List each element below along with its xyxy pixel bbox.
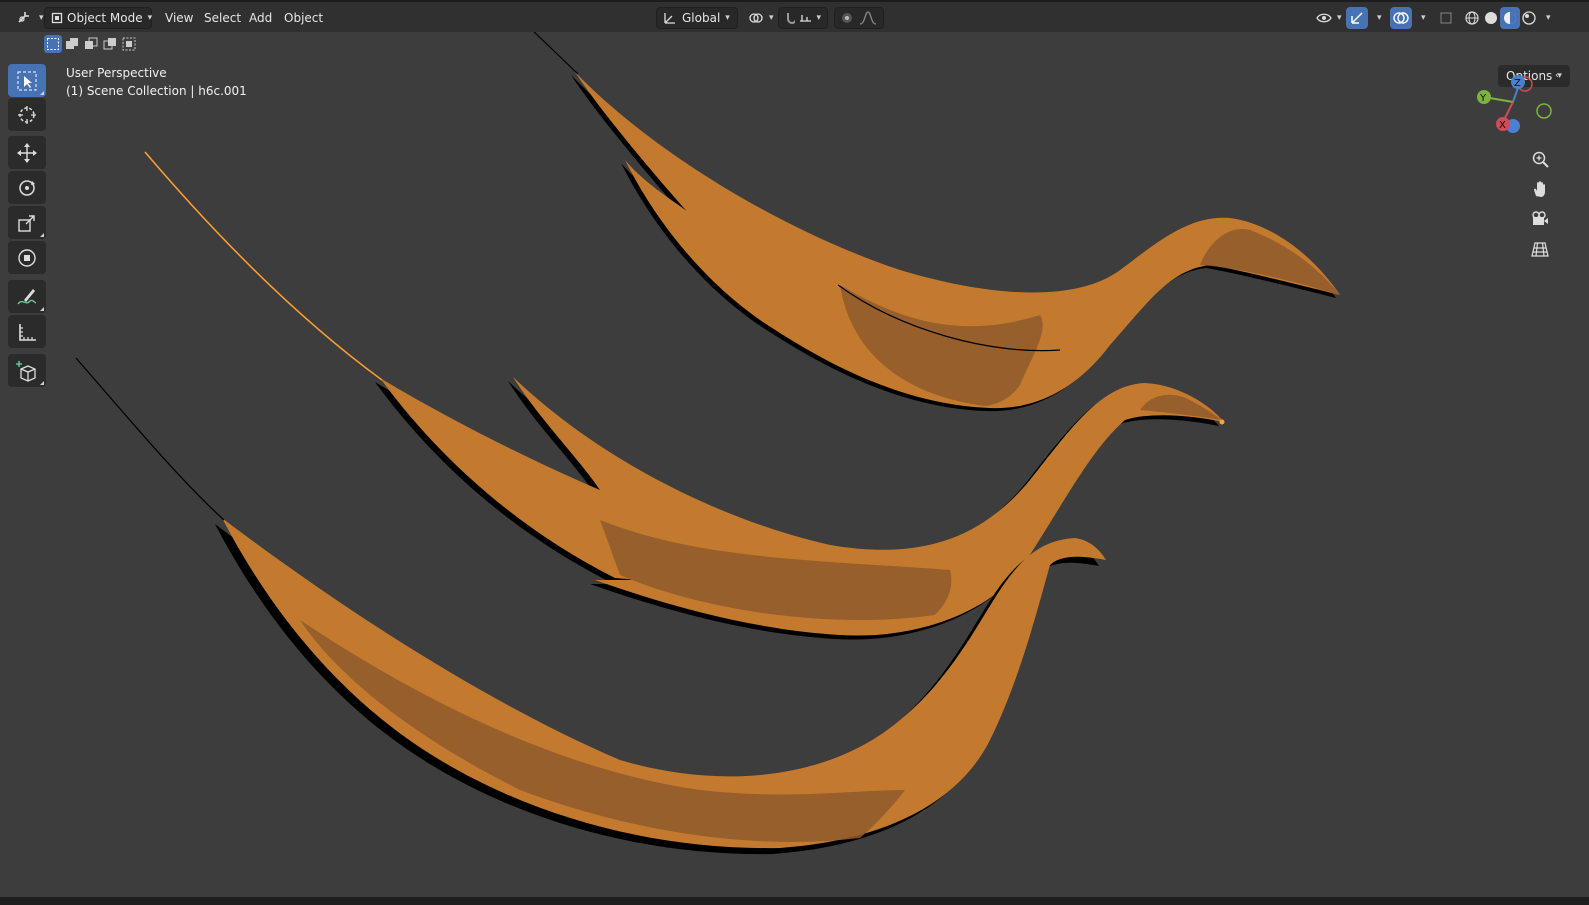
orientation-axis-icon	[664, 13, 675, 24]
status-bar	[0, 897, 1589, 905]
falloff-curve-icon	[859, 11, 877, 25]
tool-move[interactable]	[8, 136, 46, 169]
zoom-button[interactable]	[1526, 145, 1554, 173]
object-mode-icon	[51, 11, 63, 25]
visibility-button[interactable]: ▾	[1310, 7, 1348, 29]
move-icon	[17, 142, 37, 163]
annotate-icon	[17, 288, 37, 304]
ortho-toggle-button[interactable]	[1526, 235, 1554, 263]
menu-add[interactable]: Add	[244, 7, 277, 29]
editor-type-icon	[18, 12, 29, 23]
magnet-icon	[787, 13, 796, 24]
select-mode-subtract[interactable]	[82, 35, 100, 53]
select-mode-new[interactable]	[44, 35, 62, 53]
chevron-down-icon: ▾	[147, 13, 153, 23]
shading-wireframe[interactable]	[1462, 7, 1482, 29]
select-mode-intersect[interactable]	[120, 35, 138, 53]
tool-rotate[interactable]	[8, 171, 46, 204]
cursor-icon	[18, 105, 36, 124]
mode-dropdown[interactable]: Object Mode ▾	[44, 7, 152, 29]
tool-add-cube[interactable]	[8, 354, 46, 387]
snap-toggle[interactable]: ▾	[778, 7, 828, 29]
measure-icon	[19, 323, 36, 341]
shading-rendered[interactable]	[1519, 7, 1539, 29]
chevron-down-icon: ▾	[39, 13, 44, 23]
tool-settings-row: Options ▾	[0, 32, 1589, 87]
chevron-down-icon: ▾	[816, 13, 821, 23]
shading-solid[interactable]	[1481, 7, 1501, 29]
tool-scale[interactable]	[8, 206, 46, 239]
overlays-toggle[interactable]	[1390, 7, 1412, 29]
eye-icon	[1316, 13, 1332, 23]
material-sphere-icon	[1504, 12, 1516, 24]
chevron-down-icon[interactable]: ▾	[1421, 13, 1426, 23]
proportional-edit-icon	[842, 13, 852, 23]
pan-hand-icon	[1534, 181, 1545, 197]
gizmo-icon	[1351, 12, 1363, 24]
blender-window: ▾ Object Mode ▾ View Select Add Object G…	[0, 0, 1589, 905]
chevron-down-icon: ▾	[1337, 13, 1342, 23]
gizmo-z-label: Z	[1514, 78, 1521, 89]
select-mode-invert[interactable]	[101, 35, 119, 53]
zoom-icon	[1532, 151, 1549, 168]
sidebar-toggle-arrow-icon[interactable]: ‹	[1555, 70, 1559, 81]
tool-select-box[interactable]	[8, 64, 46, 97]
gizmo-x-label: X	[1499, 120, 1506, 131]
gizmo-y-label: Y	[1479, 93, 1487, 104]
select-mode-extend[interactable]	[63, 35, 81, 53]
chevron-down-icon: ▾	[769, 13, 774, 23]
shading-material[interactable]	[1500, 7, 1520, 29]
grid-icon	[1531, 242, 1549, 257]
camera-view-button[interactable]	[1526, 205, 1554, 233]
overlays-icon	[1393, 12, 1409, 24]
snap-increment-icon	[800, 15, 812, 22]
proportional-edit-toggle[interactable]	[834, 7, 884, 29]
pivot-icon	[749, 13, 763, 23]
rendered-sphere-icon	[1522, 11, 1536, 25]
camera-icon	[1532, 211, 1548, 225]
select-invert-icon	[103, 38, 116, 50]
navigation-gizmo[interactable]: Z Y X	[1468, 70, 1558, 140]
tool-annotate[interactable]	[8, 280, 46, 313]
select-intersect-icon	[122, 37, 136, 51]
viewport-3d[interactable]	[0, 0, 1589, 905]
select-extend-icon	[66, 38, 78, 49]
header-bar: ▾ Object Mode ▾ View Select Add Object G…	[0, 0, 1589, 32]
viewport-info: User Perspective (1) Scene Collection | …	[66, 64, 247, 100]
tool-cursor[interactable]	[8, 98, 46, 131]
transform-orientation-dropdown[interactable]: Global ▾	[656, 7, 738, 29]
transform-icon	[18, 248, 36, 267]
menu-view[interactable]: View	[160, 7, 198, 29]
gizmo-toggle[interactable]	[1346, 7, 1368, 29]
mode-label: Object Mode	[67, 11, 143, 25]
xray-icon	[1440, 12, 1452, 24]
scale-icon	[18, 214, 35, 232]
rotate-icon	[19, 179, 35, 196]
pan-button[interactable]	[1526, 175, 1554, 203]
orientation-label: Global	[682, 11, 721, 25]
select-box-icon	[17, 71, 37, 90]
pivot-point-button[interactable]: ▾	[742, 7, 780, 29]
wireframe-sphere-icon	[1465, 11, 1479, 25]
xray-toggle[interactable]	[1436, 7, 1456, 29]
chevron-down-icon[interactable]: ▾	[1546, 13, 1551, 23]
tool-measure[interactable]	[8, 315, 46, 348]
select-new-icon	[47, 38, 59, 50]
menu-object[interactable]: Object	[279, 7, 328, 29]
chevron-down-icon[interactable]: ▾	[1377, 13, 1382, 23]
tool-transform[interactable]	[8, 241, 46, 274]
bird-object-top[interactable]	[529, 27, 1340, 412]
menu-select[interactable]: Select	[199, 7, 246, 29]
select-subtract-icon	[85, 37, 98, 49]
collection-info: (1) Scene Collection | h6c.001	[66, 84, 247, 98]
solid-sphere-icon	[1485, 12, 1497, 24]
add-cube-icon	[16, 360, 36, 382]
view-name: User Perspective	[66, 66, 167, 80]
chevron-down-icon: ▾	[725, 13, 730, 23]
